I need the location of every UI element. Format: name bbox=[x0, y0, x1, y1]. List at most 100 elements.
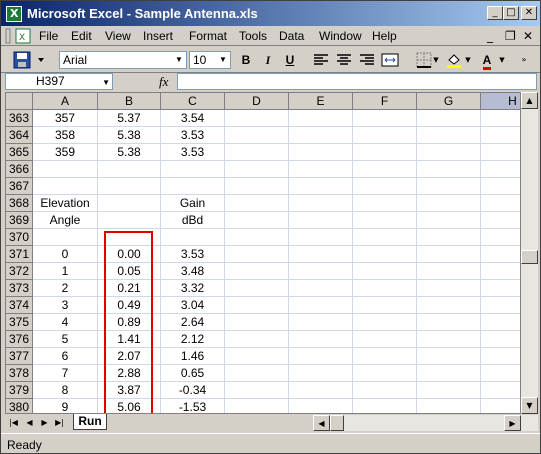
font-color-dropdown[interactable]: ▼ bbox=[497, 50, 507, 70]
align-center-button[interactable] bbox=[333, 50, 355, 70]
row-header[interactable]: 374 bbox=[6, 297, 33, 314]
column-header-c[interactable]: C bbox=[161, 93, 225, 110]
cell-d365[interactable] bbox=[225, 144, 289, 161]
align-left-button[interactable] bbox=[310, 50, 332, 70]
cell-a371[interactable]: 0 bbox=[33, 246, 98, 263]
cell-b363[interactable]: 5.37 bbox=[98, 110, 161, 127]
close-button[interactable]: ✕ bbox=[521, 6, 537, 20]
scroll-up-button[interactable]: ▲ bbox=[521, 92, 538, 109]
scroll-right-button[interactable]: ▶ bbox=[504, 415, 521, 431]
row-header[interactable]: 378 bbox=[6, 365, 33, 382]
column-header-f[interactable]: F bbox=[353, 93, 417, 110]
fill-color-dropdown[interactable]: ▼ bbox=[463, 50, 473, 70]
cell-h364[interactable] bbox=[481, 127, 520, 144]
cell-h373[interactable] bbox=[481, 280, 520, 297]
cell-h368[interactable] bbox=[481, 195, 520, 212]
menu-tools[interactable]: Tools bbox=[239, 29, 267, 43]
cell-h372[interactable] bbox=[481, 263, 520, 280]
cell-a364[interactable]: 358 bbox=[33, 127, 98, 144]
cell-d377[interactable] bbox=[225, 348, 289, 365]
cell-h363[interactable] bbox=[481, 110, 520, 127]
cell-f373[interactable] bbox=[353, 280, 417, 297]
cell-d370[interactable] bbox=[225, 229, 289, 246]
cell-f376[interactable] bbox=[353, 331, 417, 348]
cell-c364[interactable]: 3.53 bbox=[161, 127, 225, 144]
cell-g363[interactable] bbox=[417, 110, 481, 127]
cell-a363[interactable]: 357 bbox=[33, 110, 98, 127]
cell-e370[interactable] bbox=[289, 229, 353, 246]
scroll-thumb[interactable] bbox=[521, 250, 538, 264]
cell-e380[interactable] bbox=[289, 399, 353, 413]
horizontal-scrollbar[interactable]: ◀ ▶ bbox=[313, 415, 538, 431]
font-color-button[interactable]: A bbox=[476, 50, 498, 70]
cell-h379[interactable] bbox=[481, 382, 520, 399]
cell-c379[interactable]: -0.34 bbox=[161, 382, 225, 399]
cell-g372[interactable] bbox=[417, 263, 481, 280]
cell-c380[interactable]: -1.53 bbox=[161, 399, 225, 413]
cell-g371[interactable] bbox=[417, 246, 481, 263]
row-header[interactable]: 367 bbox=[6, 178, 33, 195]
cell-c363[interactable]: 3.54 bbox=[161, 110, 225, 127]
menu-file[interactable]: File bbox=[39, 29, 58, 43]
menu-format[interactable]: Format bbox=[189, 29, 227, 43]
cell-e371[interactable] bbox=[289, 246, 353, 263]
cell-f365[interactable] bbox=[353, 144, 417, 161]
cell-a378[interactable]: 7 bbox=[33, 365, 98, 382]
column-header-h[interactable]: H bbox=[481, 93, 520, 110]
cell-a374[interactable]: 3 bbox=[33, 297, 98, 314]
cell-d364[interactable] bbox=[225, 127, 289, 144]
prev-sheet-button[interactable]: ◀ bbox=[23, 415, 36, 430]
cell-c366[interactable] bbox=[161, 161, 225, 178]
cell-b366[interactable] bbox=[98, 161, 161, 178]
cell-e369[interactable] bbox=[289, 212, 353, 229]
sheet-tab-run[interactable]: Run bbox=[73, 414, 107, 430]
font-size-select[interactable]: 10 ▼ bbox=[189, 51, 231, 69]
row-header[interactable]: 370 bbox=[6, 229, 33, 246]
cell-a375[interactable]: 4 bbox=[33, 314, 98, 331]
row-header[interactable]: 375 bbox=[6, 314, 33, 331]
cell-f370[interactable] bbox=[353, 229, 417, 246]
cell-h367[interactable] bbox=[481, 178, 520, 195]
cell-f372[interactable] bbox=[353, 263, 417, 280]
cell-a365[interactable]: 359 bbox=[33, 144, 98, 161]
cell-g379[interactable] bbox=[417, 382, 481, 399]
column-header-a[interactable]: A bbox=[33, 93, 98, 110]
workbook-icon[interactable]: X bbox=[4, 28, 34, 44]
cell-c365[interactable]: 3.53 bbox=[161, 144, 225, 161]
cell-a373[interactable]: 2 bbox=[33, 280, 98, 297]
row-header[interactable]: 380 bbox=[6, 399, 33, 413]
borders-dropdown[interactable]: ▼ bbox=[431, 50, 441, 70]
cell-f378[interactable] bbox=[353, 365, 417, 382]
menu-insert[interactable]: Insert bbox=[143, 29, 173, 43]
cell-e363[interactable] bbox=[289, 110, 353, 127]
cell-b365[interactable]: 5.38 bbox=[98, 144, 161, 161]
cell-f364[interactable] bbox=[353, 127, 417, 144]
align-right-button[interactable] bbox=[356, 50, 378, 70]
doc-close-button[interactable]: ✕ bbox=[523, 29, 533, 43]
cell-c369[interactable]: dBd bbox=[161, 212, 225, 229]
toolbar-options-button-2[interactable]: » bbox=[517, 50, 531, 70]
cell-h365[interactable] bbox=[481, 144, 520, 161]
cell-e378[interactable] bbox=[289, 365, 353, 382]
cell-f367[interactable] bbox=[353, 178, 417, 195]
cell-d375[interactable] bbox=[225, 314, 289, 331]
cell-e368[interactable] bbox=[289, 195, 353, 212]
cell-a369[interactable]: Angle bbox=[33, 212, 98, 229]
worksheet-grid[interactable]: ABCDEFGH 363 357 5.37 3.54 364 358 5.38 3.53 365… bbox=[5, 92, 521, 414]
cell-g373[interactable] bbox=[417, 280, 481, 297]
cell-e367[interactable] bbox=[289, 178, 353, 195]
italic-button[interactable]: I bbox=[257, 50, 279, 70]
fill-color-button[interactable] bbox=[443, 50, 465, 70]
cell-c367[interactable] bbox=[161, 178, 225, 195]
name-box[interactable]: H397 ▼ bbox=[5, 73, 113, 90]
cell-g367[interactable] bbox=[417, 178, 481, 195]
menu-window[interactable]: Window bbox=[319, 29, 362, 43]
cell-g370[interactable] bbox=[417, 229, 481, 246]
cell-h366[interactable] bbox=[481, 161, 520, 178]
cell-d363[interactable] bbox=[225, 110, 289, 127]
formula-input[interactable] bbox=[177, 73, 537, 90]
cell-a372[interactable]: 1 bbox=[33, 263, 98, 280]
cell-a366[interactable] bbox=[33, 161, 98, 178]
row-header[interactable]: 371 bbox=[6, 246, 33, 263]
cell-g365[interactable] bbox=[417, 144, 481, 161]
